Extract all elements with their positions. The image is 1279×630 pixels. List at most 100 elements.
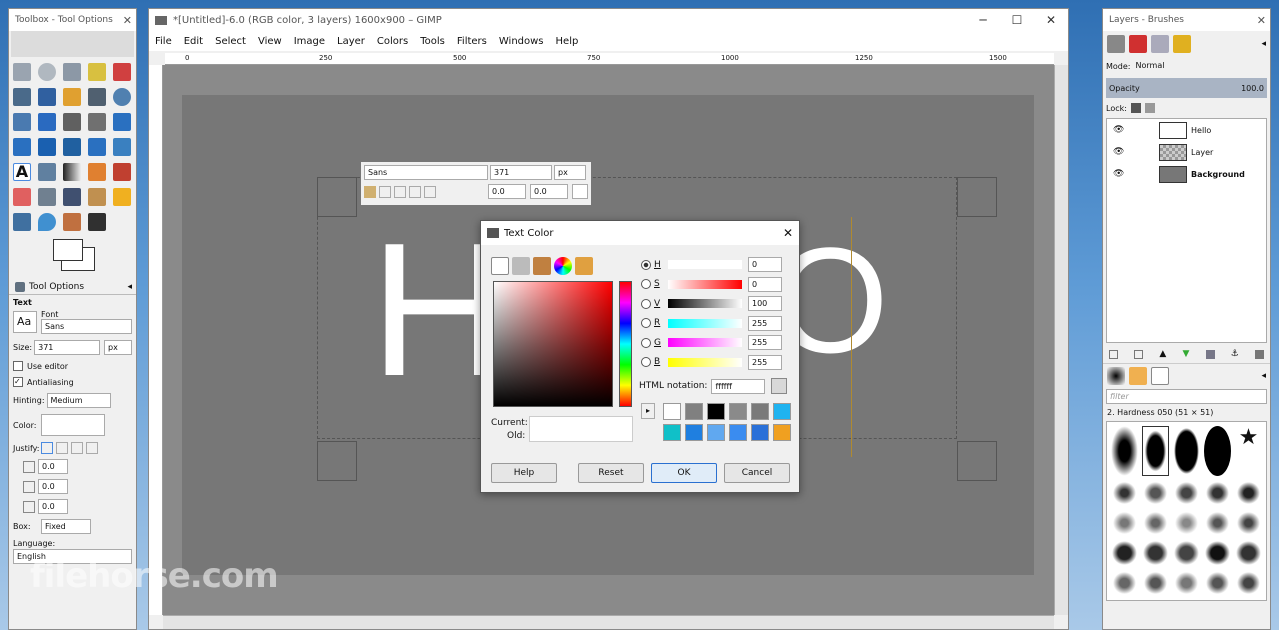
cmyk-selector-icon[interactable] xyxy=(512,257,530,275)
menu-windows[interactable]: Windows xyxy=(499,36,544,47)
menu-filters[interactable]: Filters xyxy=(457,36,487,47)
brush-preview[interactable] xyxy=(1111,540,1138,566)
eye-icon[interactable]: 👁 xyxy=(1113,147,1125,157)
paths-tab-icon[interactable] xyxy=(1151,35,1169,53)
menu-select[interactable]: Select xyxy=(215,36,246,47)
layers-tab-icon[interactable] xyxy=(1107,35,1125,53)
brush-preview[interactable] xyxy=(1204,540,1231,566)
letter-spacing-input[interactable]: 0.0 xyxy=(38,499,68,514)
otb-clear-style-icon[interactable] xyxy=(364,185,376,198)
otb-color-button[interactable] xyxy=(572,184,588,199)
pencil-icon[interactable] xyxy=(88,163,106,181)
help-button[interactable]: Help xyxy=(491,463,557,483)
delete-layer-icon[interactable] xyxy=(1254,349,1264,359)
ok-button[interactable]: OK xyxy=(651,463,717,483)
wheel-selector-icon[interactable] xyxy=(554,257,572,275)
handle-tl[interactable] xyxy=(317,177,357,217)
justify-center-icon[interactable] xyxy=(71,442,83,454)
patterns-tab-icon[interactable] xyxy=(1129,366,1147,385)
menu-view[interactable]: View xyxy=(258,36,282,47)
eye-icon[interactable]: 👁 xyxy=(1113,169,1125,179)
channel-slider-s[interactable] xyxy=(668,279,742,289)
use-editor-checkbox[interactable] xyxy=(13,361,23,371)
reset-button[interactable]: Reset xyxy=(578,463,644,483)
left-ruler[interactable] xyxy=(149,65,163,615)
channels-tab-icon[interactable] xyxy=(1129,35,1147,53)
fg-bg-colors[interactable] xyxy=(53,239,97,273)
new-group-icon[interactable] xyxy=(1134,349,1144,359)
layer-row[interactable]: 👁 Layer xyxy=(1107,141,1266,163)
brush-preview[interactable] xyxy=(1235,570,1262,596)
brush-preview[interactable] xyxy=(1235,540,1262,566)
shear-icon[interactable] xyxy=(38,138,56,156)
lock-pixels-icon[interactable] xyxy=(1130,103,1141,113)
lock-alpha-icon[interactable] xyxy=(1144,103,1155,113)
crop-icon[interactable] xyxy=(88,113,106,131)
line-spacing-input[interactable]: 0.0 xyxy=(38,479,68,494)
history-color-swatch[interactable] xyxy=(707,424,725,441)
channel-slider-h[interactable] xyxy=(668,260,742,270)
configure-tab-icon[interactable]: ◂ xyxy=(127,282,132,292)
cancel-button[interactable]: Cancel xyxy=(724,463,790,483)
text-color-button[interactable] xyxy=(41,414,105,436)
watercolor-selector-icon[interactable] xyxy=(533,257,551,275)
box-select[interactable]: Fixed xyxy=(41,519,91,534)
ink-icon[interactable] xyxy=(63,188,81,206)
channel-input-r[interactable]: 255 xyxy=(748,315,782,331)
brush-preview[interactable] xyxy=(1111,510,1138,536)
foreground-select-icon[interactable] xyxy=(38,88,56,106)
cage-icon[interactable] xyxy=(113,138,131,156)
gimp-selector-icon[interactable] xyxy=(491,257,509,275)
close-icon[interactable]: ✕ xyxy=(1257,14,1266,27)
channel-slider-b[interactable] xyxy=(668,357,742,367)
minimize-icon[interactable]: ─ xyxy=(966,13,1000,27)
history-color-swatch[interactable] xyxy=(751,424,769,441)
heal-icon[interactable] xyxy=(113,188,131,206)
brush-preview[interactable] xyxy=(1142,570,1169,596)
text-tool-icon[interactable]: A xyxy=(13,163,31,181)
bucket-fill-icon[interactable] xyxy=(38,163,56,181)
channel-input-v[interactable]: 100 xyxy=(748,296,782,312)
handle-bl[interactable] xyxy=(317,441,357,481)
channel-radio-g[interactable] xyxy=(641,337,651,348)
brush-preview[interactable] xyxy=(1142,540,1169,566)
brushes-tab-icon[interactable] xyxy=(1107,366,1125,385)
mypaint-icon[interactable] xyxy=(88,188,106,206)
html-notation-input[interactable]: ffffff xyxy=(711,378,766,394)
menu-help[interactable]: Help xyxy=(556,36,579,47)
color-select-icon[interactable] xyxy=(113,63,131,81)
palette-selector-icon[interactable] xyxy=(575,257,593,275)
opacity-slider[interactable]: Opacity 100.0 xyxy=(1106,78,1267,98)
brush-grid[interactable]: ★ xyxy=(1106,421,1267,601)
brush-preview[interactable] xyxy=(1204,570,1231,596)
blend-icon[interactable] xyxy=(63,163,81,181)
close-icon[interactable]: ✕ xyxy=(1034,13,1068,27)
brush-preview[interactable] xyxy=(1204,480,1231,506)
anchor-layer-icon[interactable]: ⚓ xyxy=(1231,349,1239,359)
new-layer-icon[interactable] xyxy=(1109,349,1118,359)
blur-icon[interactable] xyxy=(38,213,56,231)
scissors-icon[interactable] xyxy=(13,88,31,106)
layer-row[interactable]: 👁 Hello xyxy=(1107,119,1266,141)
hinting-select[interactable]: Medium xyxy=(46,393,111,408)
menu-file[interactable]: File xyxy=(155,36,172,47)
justify-left-icon[interactable] xyxy=(41,442,53,454)
raise-layer-icon[interactable]: ▲ xyxy=(1159,349,1166,359)
brush-preview[interactable] xyxy=(1235,510,1262,536)
otb-font-input[interactable]: Sans xyxy=(364,165,488,180)
configure-tab-icon[interactable]: ◂ xyxy=(1261,39,1266,49)
foreground-color-swatch[interactable] xyxy=(53,239,83,261)
channel-radio-s[interactable] xyxy=(641,279,651,290)
brush-preview[interactable] xyxy=(1142,426,1169,476)
menu-edit[interactable]: Edit xyxy=(184,36,203,47)
brush-preview[interactable]: ★ xyxy=(1235,426,1262,476)
font-preview-button[interactable]: Aa xyxy=(13,311,37,333)
history-color-swatch[interactable] xyxy=(729,424,747,441)
align-icon[interactable] xyxy=(63,113,81,131)
justify-fill-icon[interactable] xyxy=(86,442,98,454)
paintbrush-icon[interactable] xyxy=(113,163,131,181)
channel-input-s[interactable]: 0 xyxy=(748,276,782,292)
smudge-icon[interactable] xyxy=(63,213,81,231)
history-color-swatch[interactable] xyxy=(751,403,769,420)
channel-input-h[interactable]: 0 xyxy=(748,257,782,273)
